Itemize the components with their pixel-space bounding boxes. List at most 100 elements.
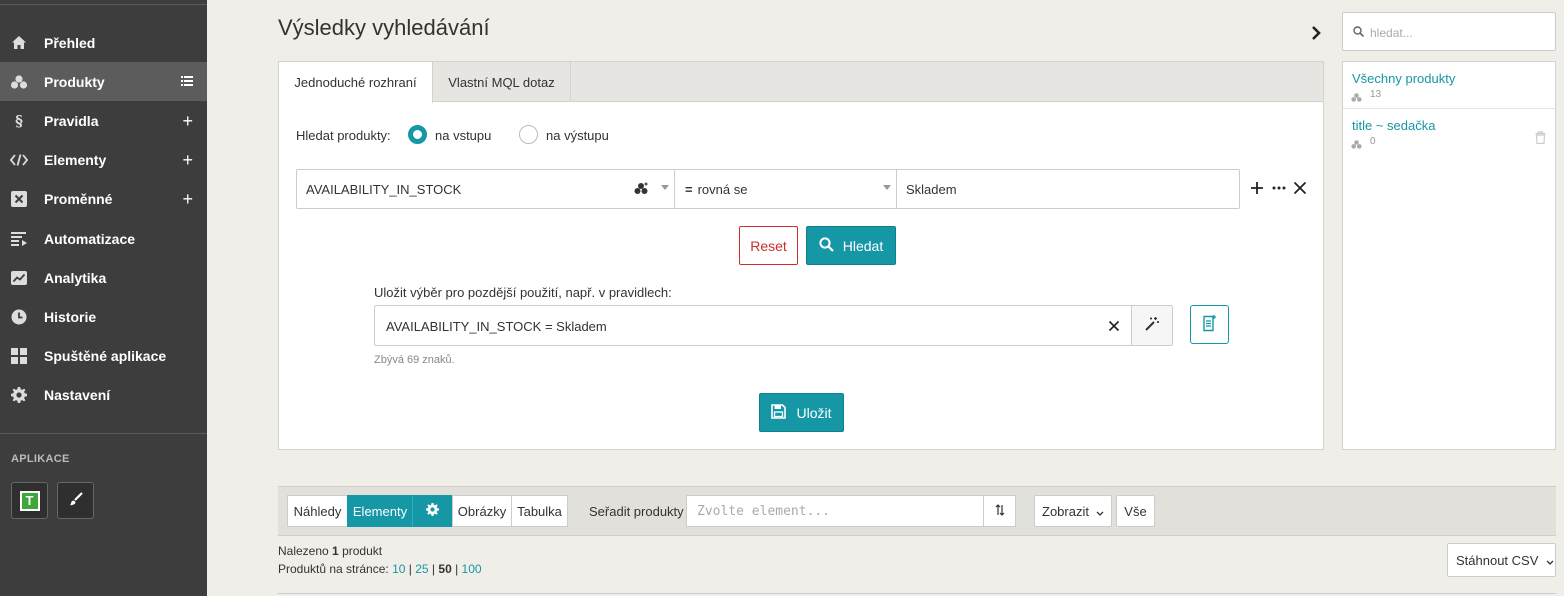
sort-arrows-icon	[995, 503, 1005, 519]
sidebar-item-pravidla[interactable]: § Pravidla +	[0, 101, 207, 140]
sort-direction-button[interactable]	[983, 495, 1016, 527]
saved-item-title-sedacka[interactable]: title ~ sedačka 0	[1343, 109, 1555, 156]
sort-products-label: Seřadit produkty	[589, 504, 684, 519]
app-button-t[interactable]: T	[11, 482, 48, 519]
condition-value: Skladem	[906, 181, 957, 197]
condition-value-field[interactable]: Skladem	[906, 170, 1236, 208]
saved-search-input[interactable]: hledat...	[1342, 12, 1556, 51]
app-t-icon: T	[19, 490, 40, 511]
saved-item-name: Všechny produkty	[1352, 71, 1456, 86]
sidebar-item-label: Proměnné	[44, 190, 113, 207]
per-page-option-100[interactable]: 100	[462, 562, 482, 576]
download-csv-label: Stáhnout CSV	[1456, 552, 1539, 568]
add-variable-icon[interactable]: +	[182, 190, 193, 208]
sidebar-top-divider	[0, 4, 207, 5]
list-icon[interactable]	[181, 75, 193, 88]
sidebar-divider	[0, 433, 207, 434]
per-page-option-25[interactable]: 25	[415, 562, 428, 576]
per-page-option-10[interactable]: 10	[392, 562, 405, 576]
found-count: 1	[332, 544, 339, 558]
save-selection-input[interactable]: AVAILABILITY_IN_STOCK = Skladem	[374, 305, 1173, 346]
sidebar-item-label: Elementy	[44, 151, 107, 168]
condition-divider	[896, 170, 897, 208]
magic-wand-button[interactable]	[1131, 306, 1172, 345]
sidebar-item-produkty[interactable]: Produkty	[0, 62, 207, 101]
show-all-button[interactable]: Vše	[1116, 495, 1155, 527]
add-pravidlo-icon[interactable]: +	[182, 112, 193, 130]
sidebar-item-historie[interactable]: Historie	[0, 297, 207, 336]
chevron-down-icon	[1096, 504, 1104, 519]
variable-icon	[10, 190, 28, 208]
more-options-icon[interactable]	[1272, 178, 1286, 199]
saved-selections-list: Všechny produkty 13 title ~ sedačka 0	[1342, 61, 1556, 450]
show-dropdown-label: Zobrazit	[1042, 503, 1089, 519]
products-icon	[10, 73, 28, 91]
per-page-current: 50	[438, 562, 452, 576]
sidebar-item-label: Pravidla	[44, 112, 99, 129]
element-type-icon	[634, 182, 649, 198]
sidebar-item-elementy[interactable]: Elementy +	[0, 140, 207, 179]
code-icon	[10, 151, 28, 169]
remaining-chars: Zbývá 69 znaků.	[374, 354, 455, 366]
clear-icon[interactable]	[1108, 316, 1120, 337]
sidebar-item-promenne[interactable]: Proměnné +	[0, 179, 207, 218]
search-button[interactable]: Hledat	[806, 226, 896, 265]
found-prefix: Nalezeno	[278, 544, 329, 558]
add-condition-icon[interactable]	[1250, 178, 1264, 199]
per-page-label: Produktů na stránce:	[278, 562, 389, 576]
view-previews-button[interactable]: Náhledy	[287, 495, 348, 527]
radio-input[interactable]	[408, 125, 427, 144]
sidebar-item-label: Spuštěné aplikace	[44, 347, 167, 364]
tab-bar: Jednoduché rozhraní Vlastní MQL dotaz	[279, 62, 1323, 103]
tab-custom-mql[interactable]: Vlastní MQL dotaz	[433, 62, 571, 102]
chevron-right-icon[interactable]	[1308, 24, 1324, 42]
view-elements-button[interactable]: Elementy	[347, 495, 413, 527]
page-title: Výsledky vyhledávání	[278, 15, 490, 40]
operator-select[interactable]: = rovná se	[675, 170, 895, 208]
sidebar-item-spustene-aplikace[interactable]: Spuštěné aplikace	[0, 336, 207, 375]
field-dropdown-caret-icon	[661, 185, 669, 190]
chevron-down-icon	[1546, 553, 1554, 568]
operator-symbol: =	[685, 181, 693, 197]
sidebar-item-nastaveni[interactable]: Nastavení	[0, 375, 207, 414]
search-products-label: Hledat produkty:	[296, 128, 391, 143]
sidebar: Přehled Produkty § Pravidla + Elementy +…	[0, 0, 207, 596]
save-button[interactable]: Uložit	[759, 393, 844, 432]
clock-icon	[10, 308, 28, 326]
sidebar-item-analytika[interactable]: Analytika	[0, 258, 207, 297]
show-dropdown[interactable]: Zobrazit	[1034, 495, 1112, 527]
apps-grid-icon	[10, 347, 28, 365]
sidebar-item-automatizace[interactable]: Automatizace	[0, 219, 207, 258]
saved-item-all-products[interactable]: Všechny produkty 13	[1343, 62, 1555, 109]
condition-row: AVAILABILITY_IN_STOCK = rovná se Skladem	[296, 169, 1240, 209]
condition-field-select[interactable]: AVAILABILITY_IN_STOCK	[306, 170, 626, 208]
remove-condition-icon[interactable]	[1293, 178, 1307, 199]
radio-output[interactable]	[519, 125, 538, 144]
reset-button[interactable]: Reset	[739, 226, 798, 265]
results-found: Nalezeno 1 produkt	[278, 544, 382, 558]
operator-label: rovná se	[697, 181, 748, 197]
sort-element-input[interactable]: Zvolte element...	[686, 495, 984, 527]
app-button-brush[interactable]	[57, 482, 94, 519]
download-csv-button[interactable]: Stáhnout CSV	[1447, 543, 1556, 577]
operator-dropdown-caret-icon	[883, 185, 891, 190]
section-icon: §	[15, 111, 23, 130]
radio-output-label: na výstupu	[546, 128, 609, 143]
sidebar-item-label: Produkty	[44, 73, 105, 90]
magic-wand-icon	[1144, 316, 1160, 335]
sidebar-item-prehled[interactable]: Přehled	[0, 23, 207, 62]
brush-icon	[69, 492, 83, 509]
saved-item-count: 0	[1370, 136, 1376, 147]
add-element-icon[interactable]: +	[182, 151, 193, 169]
automation-icon	[10, 230, 28, 248]
gear-icon	[426, 503, 439, 519]
floppy-disk-icon	[771, 403, 787, 422]
save-selection-value: AVAILABILITY_IN_STOCK = Skladem	[386, 319, 607, 334]
view-table-button[interactable]: Tabulka	[511, 495, 568, 527]
tab-simple-interface[interactable]: Jednoduché rozhraní	[279, 62, 433, 103]
notes-button[interactable]	[1190, 305, 1229, 344]
view-images-button[interactable]: Obrázky	[452, 495, 512, 527]
trash-icon[interactable]	[1535, 131, 1546, 147]
elements-settings-button[interactable]	[412, 495, 453, 527]
sort-element-placeholder: Zvolte element...	[697, 504, 831, 519]
